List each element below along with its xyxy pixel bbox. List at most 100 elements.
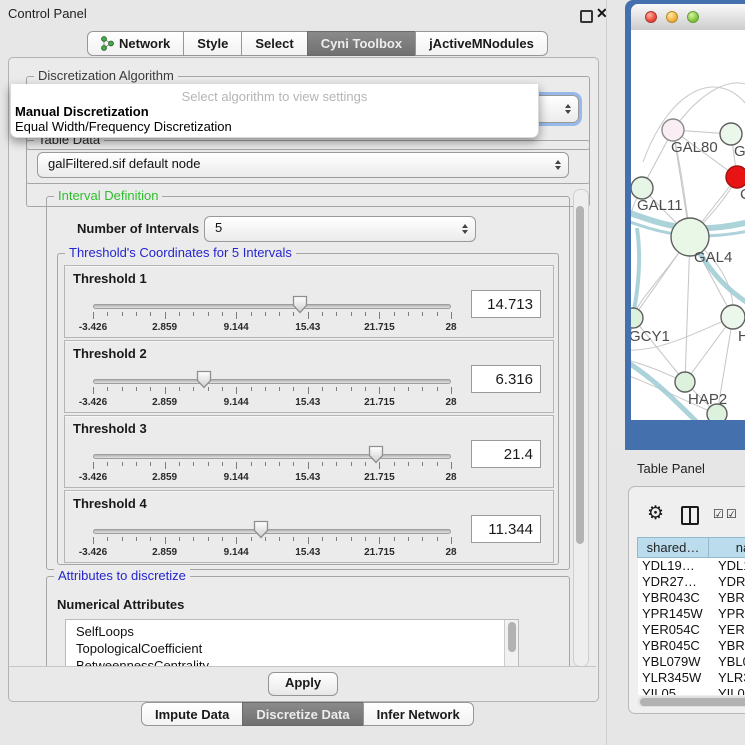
threshold-slider[interactable]: -3.4262.8599.14415.4321.71528	[93, 298, 451, 338]
table-cell[interactable]: YPR145W	[638, 606, 710, 622]
slider-tick	[451, 537, 452, 544]
tab-label: Network	[119, 36, 170, 51]
table-cell[interactable]: YDL19…	[638, 558, 710, 574]
table-cell[interactable]: YDL1	[710, 558, 745, 574]
close-traffic-light-icon[interactable]	[645, 11, 657, 23]
slider-handle[interactable]	[196, 370, 212, 389]
threshold-value-field[interactable]: 21.4	[471, 440, 541, 468]
tab-cyni-toolbox[interactable]: Cyni Toolbox	[307, 31, 416, 56]
tab-discretize-data[interactable]: Discretize Data	[242, 702, 363, 726]
table-cell[interactable]: YLR345W	[638, 670, 710, 686]
table-cell[interactable]: YLR3	[710, 670, 745, 686]
threshold-slider[interactable]: -3.4262.8599.14415.4321.71528	[93, 373, 451, 413]
table-horizontal-scrollbar[interactable]	[638, 696, 745, 707]
table-row[interactable]: YBR043CYBR0	[638, 590, 745, 606]
table-row[interactable]: YPR145WYPR1	[638, 606, 745, 622]
table-cell[interactable]: YDR27…	[638, 574, 710, 590]
threshold-value-field[interactable]: 6.316	[471, 365, 541, 393]
network-node-label: GAL4	[694, 249, 732, 266]
table-cell[interactable]: YER0	[710, 622, 745, 638]
threshold-value-field[interactable]: 11.344	[471, 515, 541, 543]
slider-scale-label: -3.426	[63, 397, 123, 408]
algorithm-option-manual-discretization[interactable]: Manual Discretization	[15, 104, 149, 119]
table-row[interactable]: YBL079WYBL0	[638, 654, 745, 670]
table-row[interactable]: YDR27…YDR2	[638, 574, 745, 590]
table-cell[interactable]: YBL0	[710, 654, 745, 670]
attribute-list-item[interactable]: SelfLoops	[66, 623, 518, 640]
table-cell[interactable]: YBL079W	[638, 654, 710, 670]
zoom-traffic-light-icon[interactable]	[687, 11, 699, 23]
table-cell[interactable]: YER054C	[638, 622, 710, 638]
table-row[interactable]: YIL05YIL0	[638, 686, 745, 695]
network-node[interactable]	[707, 404, 727, 420]
table-cell[interactable]: YBR045C	[638, 638, 710, 654]
gear-icon[interactable]: ⚙	[647, 502, 664, 525]
slider-tick	[422, 462, 423, 466]
slider-handle[interactable]	[253, 520, 269, 539]
attribute-list-item[interactable]: BetweennessCentrality	[66, 657, 518, 666]
table-cell[interactable]: YDR2	[710, 574, 745, 590]
tab-jactivemnodules[interactable]: jActiveMNodules	[415, 31, 548, 56]
tab-network[interactable]: Network	[87, 31, 184, 56]
table-cell[interactable]: YBR0	[710, 638, 745, 654]
slider-track[interactable]	[93, 304, 451, 309]
network-node[interactable]	[720, 123, 742, 145]
minimize-traffic-light-icon[interactable]	[666, 11, 678, 23]
table-row[interactable]: YDL19…YDL1	[638, 558, 745, 574]
slider-tick	[93, 387, 94, 394]
slider-tick	[408, 537, 409, 541]
slider-handle[interactable]	[368, 445, 384, 464]
checkbox-icon[interactable]: ☑	[726, 507, 737, 521]
table-data-combobox[interactable]: galFiltered.sif default node	[37, 152, 569, 178]
numerical-attributes-list[interactable]: SelfLoopsTopologicalCoefficientBetweenne…	[65, 619, 519, 666]
slider-tick	[193, 537, 194, 541]
table-row[interactable]: YBR045CYBR0	[638, 638, 745, 654]
network-node[interactable]	[631, 308, 643, 328]
number-of-intervals-combobox[interactable]: 5	[204, 216, 476, 242]
table-cell[interactable]: YBR043C	[638, 590, 710, 606]
slider-tick	[379, 312, 380, 319]
network-node[interactable]	[675, 372, 695, 392]
tab-impute-data[interactable]: Impute Data	[141, 702, 243, 726]
panel-scrollbar[interactable]	[573, 189, 589, 667]
table-cell[interactable]: YBR0	[710, 590, 745, 606]
network-window-titlebar[interactable]	[631, 4, 745, 31]
algorithm-option-equal-width-frequency-discretization[interactable]: Equal Width/Frequency Discretization	[15, 119, 232, 134]
tab-infer-network[interactable]: Infer Network	[363, 702, 474, 726]
threshold-value-field[interactable]: 14.713	[471, 290, 541, 318]
table-row[interactable]: YLR345WYLR3	[638, 670, 745, 686]
columns-icon[interactable]	[681, 506, 699, 525]
tab-style[interactable]: Style	[183, 31, 242, 56]
attribute-list-item[interactable]: TopologicalCoefficient	[66, 640, 518, 657]
tab-select[interactable]: Select	[241, 31, 307, 56]
slider-track[interactable]	[93, 379, 451, 384]
column-header[interactable]: na	[708, 537, 745, 558]
network-canvas[interactable]: GAL80GACGAL11GAL4GCY1HHAP2	[631, 30, 745, 420]
apply-button[interactable]: Apply	[268, 672, 338, 696]
table-cell[interactable]: YPR1	[710, 606, 745, 622]
slider-track[interactable]	[93, 529, 451, 534]
table-cell[interactable]: YIL05	[638, 686, 710, 695]
table-row[interactable]: YER054CYER0	[638, 622, 745, 638]
slider-track[interactable]	[93, 454, 451, 459]
slider-tick	[150, 312, 151, 316]
checkbox-icon[interactable]: ☑	[713, 507, 724, 521]
node-table-card: ⚙ ☑ ☑ shared… na YDL19…YDL1YDR27…YDR2YBR…	[628, 486, 745, 714]
threshold-slider[interactable]: -3.4262.8599.14415.4321.71528	[93, 448, 451, 488]
network-node[interactable]	[721, 305, 745, 329]
threshold-slider[interactable]: -3.4262.8599.14415.4321.71528	[93, 523, 451, 563]
slider-tick	[136, 462, 137, 466]
network-node[interactable]	[726, 166, 745, 188]
table-cell[interactable]: YIL0	[710, 686, 745, 695]
column-header[interactable]: shared…	[637, 537, 709, 558]
slider-tick	[136, 312, 137, 316]
threshold-panel: Threshold 4-3.4262.8599.14415.4321.71528…	[64, 490, 554, 563]
list-scrollbar[interactable]	[504, 620, 518, 666]
slider-handle[interactable]	[292, 295, 308, 314]
slider-tick	[236, 312, 237, 319]
float-window-icon[interactable]	[580, 10, 593, 23]
combo-arrows-icon	[565, 104, 571, 114]
network-node[interactable]	[662, 119, 684, 141]
network-node[interactable]	[631, 177, 653, 199]
slider-tick	[193, 387, 194, 391]
